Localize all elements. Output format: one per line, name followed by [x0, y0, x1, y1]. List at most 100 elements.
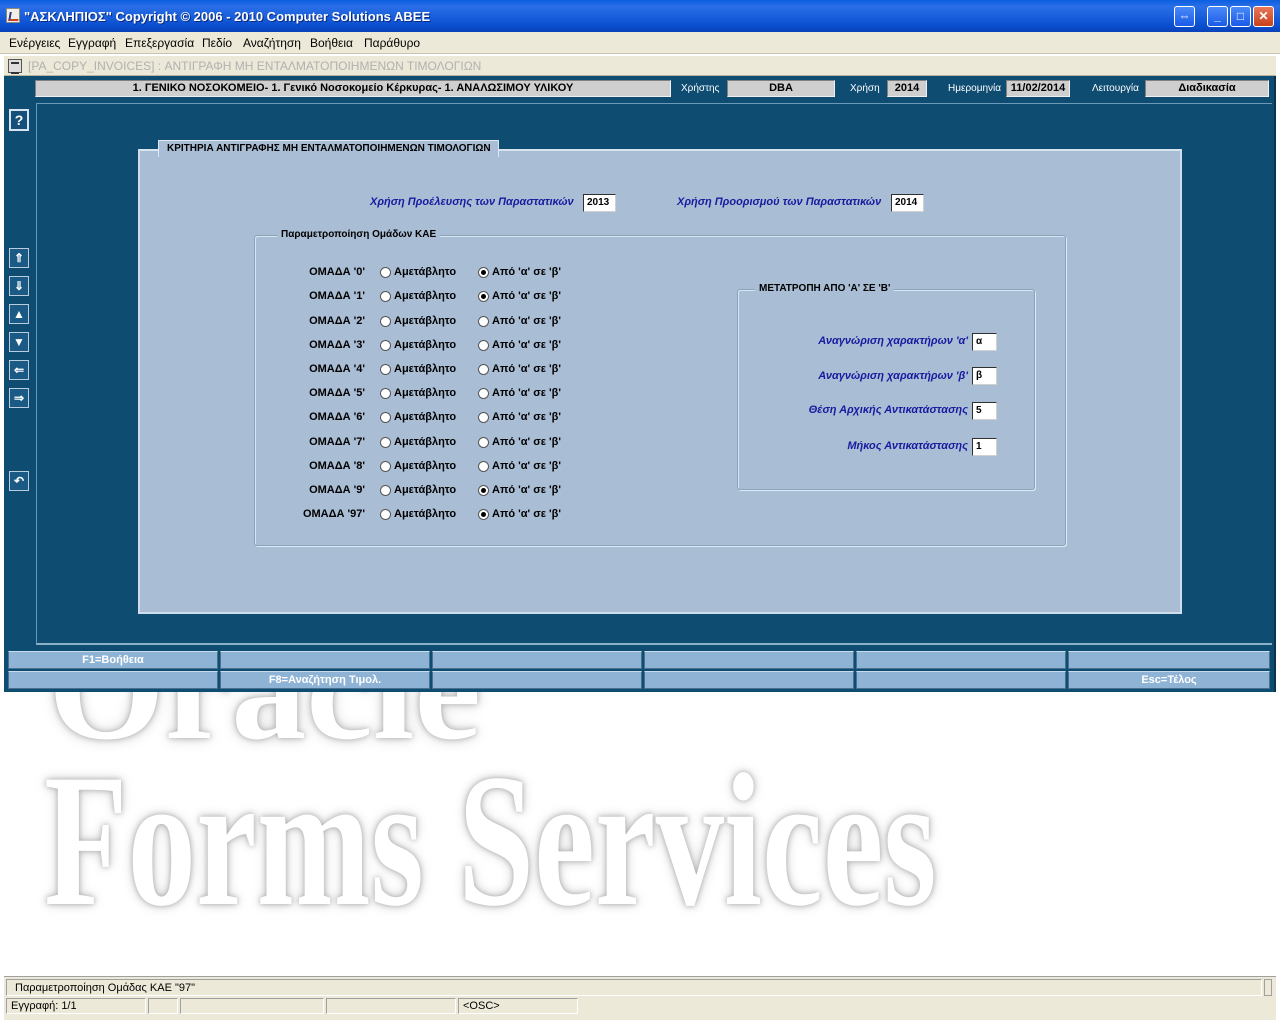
start-position-label: Θέση Αρχικής Αντικατάστασης	[808, 404, 968, 416]
radio-unchanged[interactable]	[380, 291, 391, 302]
radio-unchanged-label[interactable]: Αμετάβλητο	[394, 484, 456, 496]
radio-convert-label[interactable]: Από 'α' σε 'β'	[492, 484, 561, 496]
radio-convert[interactable]	[478, 291, 489, 302]
radio-unchanged[interactable]	[380, 485, 391, 496]
radio-convert[interactable]	[478, 388, 489, 399]
radio-unchanged-label[interactable]: Αμετάβλητο	[394, 363, 456, 375]
java-app-icon	[6, 8, 20, 23]
window-title-bar[interactable]: "ΑΣΚΛΗΠΙΟΣ" Copyright © 2006 - 2010 Comp…	[0, 0, 1280, 32]
menu-search[interactable]: Αναζήτηση	[243, 36, 301, 50]
radio-unchanged-label[interactable]: Αμετάβλητο	[394, 339, 456, 351]
swap-arrows-button[interactable]: ⇔	[1174, 6, 1195, 27]
status-cell	[326, 998, 456, 1014]
char-a-input[interactable]: α	[972, 333, 997, 351]
source-year-input[interactable]: 2013	[583, 194, 616, 212]
length-input[interactable]: 1	[972, 438, 997, 456]
radio-convert[interactable]	[478, 485, 489, 496]
minimize-button[interactable]: _	[1207, 6, 1228, 27]
menu-field[interactable]: Πεδίο	[202, 36, 232, 50]
date-field: 11/02/2014	[1006, 80, 1070, 97]
radio-convert[interactable]	[478, 437, 489, 448]
mode-field: Διαδικασία	[1145, 80, 1269, 97]
function-key-slot[interactable]	[432, 651, 642, 669]
user-field: DBA	[727, 80, 835, 97]
f8-search-invoice-key[interactable]: F8=Αναζήτηση Τιμολ.	[220, 671, 430, 689]
radio-unchanged-label[interactable]: Αμετάβλητο	[394, 436, 456, 448]
char-b-label: Αναγνώριση χαρακτήρων 'β'	[818, 370, 968, 382]
function-key-slot[interactable]	[644, 651, 854, 669]
form-canvas: 1. ΓΕΝΙΚΟ ΝΟΣΟΚΟΜΕΙΟ- 1. Γενικό Νοσοκομε…	[4, 76, 1276, 692]
radio-unchanged[interactable]	[380, 364, 391, 375]
radio-convert-label[interactable]: Από 'α' σε 'β'	[492, 290, 561, 302]
function-key-slot[interactable]	[644, 671, 854, 689]
function-key-slot[interactable]	[8, 671, 218, 689]
radio-unchanged[interactable]	[380, 509, 391, 520]
radio-convert-label[interactable]: Από 'α' σε 'β'	[492, 387, 561, 399]
f1-help-key[interactable]: F1=Βοήθεια	[8, 651, 218, 669]
radio-convert[interactable]	[478, 461, 489, 472]
function-key-slot[interactable]	[856, 671, 1066, 689]
radio-convert-label[interactable]: Από 'α' σε 'β'	[492, 436, 561, 448]
radio-unchanged[interactable]	[380, 412, 391, 423]
maximize-button[interactable]: □	[1230, 6, 1251, 27]
radio-convert[interactable]	[478, 364, 489, 375]
oracle-forms-watermark: Oracle Forms Services	[0, 692, 1280, 976]
status-bar: Παραμετροποίηση Ομάδας ΚΑΕ "97" Εγγραφή:…	[4, 976, 1276, 1020]
radio-unchanged-label[interactable]: Αμετάβλητο	[394, 315, 456, 327]
form-caption: [PA_COPY_INVOICES] : ΑΝΤΙΓΡΑΦΗ ΜΗ ΕΝΤΑΛΜ…	[28, 59, 482, 73]
char-b-input[interactable]: β	[972, 367, 997, 385]
radio-convert-label[interactable]: Από 'α' σε 'β'	[492, 266, 561, 278]
function-key-slot[interactable]	[1068, 651, 1270, 669]
radio-unchanged-label[interactable]: Αμετάβλητο	[394, 387, 456, 399]
group-label: ΟΜΑΔΑ '4'	[309, 363, 365, 375]
target-year-input[interactable]: 2014	[891, 194, 924, 212]
radio-unchanged[interactable]	[380, 267, 391, 278]
radio-unchanged-label[interactable]: Αμετάβλητο	[394, 266, 456, 278]
radio-convert[interactable]	[478, 412, 489, 423]
first-record-button[interactable]: ⇑	[9, 248, 29, 268]
function-key-slot[interactable]	[856, 651, 1066, 669]
group-label: ΟΜΑΔΑ '9'	[309, 484, 365, 496]
radio-unchanged[interactable]	[380, 316, 391, 327]
radio-unchanged[interactable]	[380, 340, 391, 351]
radio-convert-label[interactable]: Από 'α' σε 'β'	[492, 508, 561, 520]
date-label: Ημερομηνία	[948, 83, 1002, 94]
radio-unchanged-label[interactable]: Αμετάβλητο	[394, 460, 456, 472]
previous-record-button[interactable]: ▲	[9, 304, 29, 324]
help-button[interactable]: ?	[9, 109, 29, 131]
radio-unchanged-label[interactable]: Αμετάβλητο	[394, 411, 456, 423]
close-button[interactable]: ✕	[1253, 6, 1274, 27]
form-window-icon[interactable]	[8, 59, 22, 74]
menu-help[interactable]: Βοήθεια	[310, 36, 353, 50]
menu-record[interactable]: Εγγραφή	[68, 36, 116, 50]
last-record-button[interactable]: ⇓	[9, 276, 29, 296]
function-key-slot[interactable]	[220, 651, 430, 669]
radio-convert-label[interactable]: Από 'α' σε 'β'	[492, 460, 561, 472]
radio-unchanged-label[interactable]: Αμετάβλητο	[394, 290, 456, 302]
undo-button[interactable]: ↶	[9, 471, 29, 491]
radio-convert-label[interactable]: Από 'α' σε 'β'	[492, 315, 561, 327]
menu-window[interactable]: Παράθυρο	[364, 36, 420, 50]
radio-unchanged[interactable]	[380, 437, 391, 448]
radio-convert-label[interactable]: Από 'α' σε 'β'	[492, 339, 561, 351]
radio-convert[interactable]	[478, 267, 489, 278]
menu-edit[interactable]: Επεξεργασία	[125, 36, 194, 50]
group-label: ΟΜΑΔΑ '3'	[309, 339, 365, 351]
previous-block-button[interactable]: ⇐	[9, 360, 29, 380]
radio-convert[interactable]	[478, 316, 489, 327]
radio-convert-label[interactable]: Από 'α' σε 'β'	[492, 411, 561, 423]
radio-unchanged-label[interactable]: Αμετάβλητο	[394, 508, 456, 520]
menu-actions[interactable]: Ενέργειες	[9, 36, 60, 50]
radio-unchanged[interactable]	[380, 461, 391, 472]
start-position-input[interactable]: 5	[972, 402, 997, 420]
radio-convert[interactable]	[478, 509, 489, 520]
radio-convert[interactable]	[478, 340, 489, 351]
next-block-button[interactable]: ⇒	[9, 388, 29, 408]
radio-convert-label[interactable]: Από 'α' σε 'β'	[492, 363, 561, 375]
function-key-slot[interactable]	[432, 671, 642, 689]
radio-unchanged[interactable]	[380, 388, 391, 399]
year-label: Χρήση	[850, 83, 880, 94]
next-record-button[interactable]: ▼	[9, 332, 29, 352]
organization-field: 1. ΓΕΝΙΚΟ ΝΟΣΟΚΟΜΕΙΟ- 1. Γενικό Νοσοκομε…	[35, 80, 671, 97]
esc-exit-key[interactable]: Esc=Τέλος	[1068, 671, 1270, 689]
